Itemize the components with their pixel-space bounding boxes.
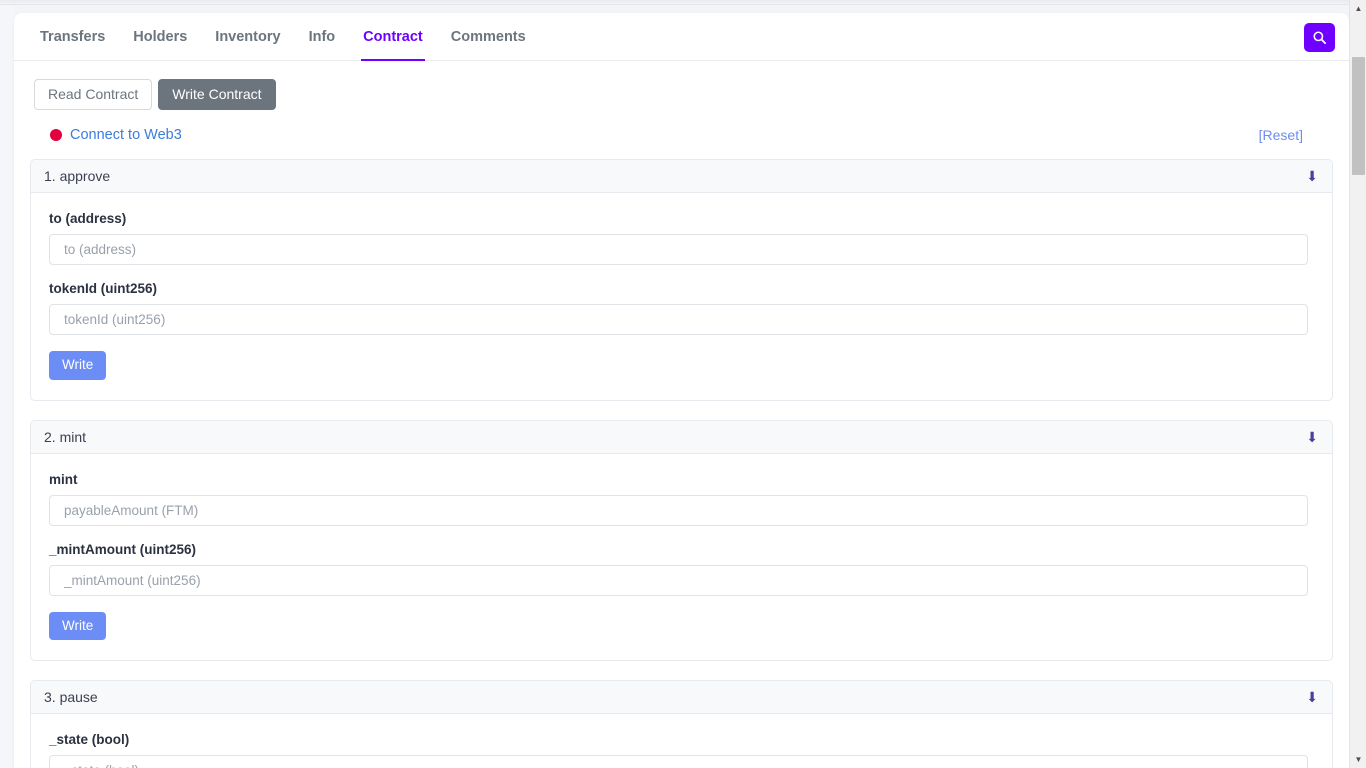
method-body-approve: to (address) tokenId (uint256) Write [31, 193, 1332, 400]
tab-transfers-label: Transfers [40, 28, 106, 45]
scrollbar-thumb[interactable] [1352, 57, 1365, 175]
write-contract-button[interactable]: Write Contract [158, 79, 276, 110]
field-label-tokenid: tokenId (uint256) [49, 281, 158, 296]
tab-info[interactable]: Info [295, 13, 350, 60]
search-icon [1312, 30, 1327, 45]
web3-connect-group[interactable]: Connect to Web3 [50, 127, 182, 143]
field-input-to-address[interactable] [49, 234, 1308, 265]
method-section-approve: 1. approve ⬇ to (address) tokenId (uint2… [30, 159, 1333, 401]
field-label-state: _state (bool) [49, 732, 130, 747]
write-button-mint[interactable]: Write [49, 611, 107, 640]
reset-link[interactable]: [Reset] [1259, 127, 1303, 143]
arrow-down-icon[interactable]: ⬇ [1306, 430, 1320, 444]
method-section-mint: 2. mint ⬇ mint _mintAmount (uint256) Wri… [30, 419, 1333, 661]
connect-to-web3-link[interactable]: Connect to Web3 [70, 127, 182, 143]
contract-methods-list: 1. approve ⬇ to (address) tokenId (uint2… [30, 159, 1333, 768]
field-label-to-address: to (address) [49, 211, 127, 226]
field-input-tokenid[interactable] [49, 304, 1308, 335]
vertical-scrollbar[interactable]: ▲ ▼ [1349, 0, 1366, 768]
card-body: Read Contract Write Contract Connect to … [14, 61, 1349, 768]
page-background-left [0, 0, 14, 768]
tab-holders[interactable]: Holders [119, 13, 201, 60]
page-root: Transfers Holders Inventory Info Contrac… [0, 0, 1366, 768]
tab-bar: Transfers Holders Inventory Info Contrac… [14, 13, 1349, 61]
tab-contract[interactable]: Contract [349, 13, 437, 61]
scroll-up-arrow-icon[interactable]: ▲ [1350, 0, 1366, 17]
read-contract-button[interactable]: Read Contract [34, 79, 153, 110]
arrow-down-icon[interactable]: ⬇ [1306, 169, 1320, 183]
arrow-down-icon[interactable]: ⬇ [1306, 690, 1320, 704]
search-button[interactable] [1304, 23, 1335, 52]
method-title-approve: 1. approve [44, 168, 111, 184]
tab-contract-label: Contract [363, 28, 423, 45]
tab-comments-label: Comments [450, 28, 526, 45]
tab-holders-label: Holders [133, 28, 188, 45]
field-input-mintamount[interactable] [49, 564, 1308, 596]
method-body-pause: _state (bool) Write [31, 714, 1332, 768]
field-input-payable-amount[interactable] [49, 494, 1308, 526]
top-strip [0, 0, 1349, 5]
method-title-pause: 3. pause [44, 689, 98, 705]
write-button-approve[interactable]: Write [49, 351, 107, 380]
tab-info-label: Info [308, 28, 336, 45]
field-label-mint: mint [49, 471, 78, 487]
field-input-state[interactable] [49, 755, 1308, 768]
field-label-mintamount: _mintAmount (uint256) [49, 541, 196, 557]
method-section-pause: 3. pause ⬇ _state (bool) Write [30, 680, 1333, 768]
method-header-mint[interactable]: 2. mint ⬇ [31, 420, 1332, 454]
method-header-pause[interactable]: 3. pause ⬇ [31, 681, 1332, 714]
method-body-mint: mint _mintAmount (uint256) Write [31, 454, 1332, 661]
tab-inventory-label: Inventory [215, 28, 281, 45]
method-title-mint: 2. mint [44, 428, 87, 445]
method-header-approve[interactable]: 1. approve ⬇ [31, 160, 1332, 193]
tab-comments[interactable]: Comments [437, 13, 540, 60]
contract-card: Transfers Holders Inventory Info Contrac… [14, 13, 1349, 768]
web3-status-row: Connect to Web3 [Reset] [50, 127, 1325, 143]
scroll-down-arrow-icon[interactable]: ▼ [1350, 751, 1366, 768]
status-dot-icon [50, 129, 62, 141]
tab-transfers[interactable]: Transfers [26, 13, 119, 60]
tab-inventory[interactable]: Inventory [201, 13, 294, 60]
contract-mode-toggle: Read Contract Write Contract [34, 79, 1333, 110]
